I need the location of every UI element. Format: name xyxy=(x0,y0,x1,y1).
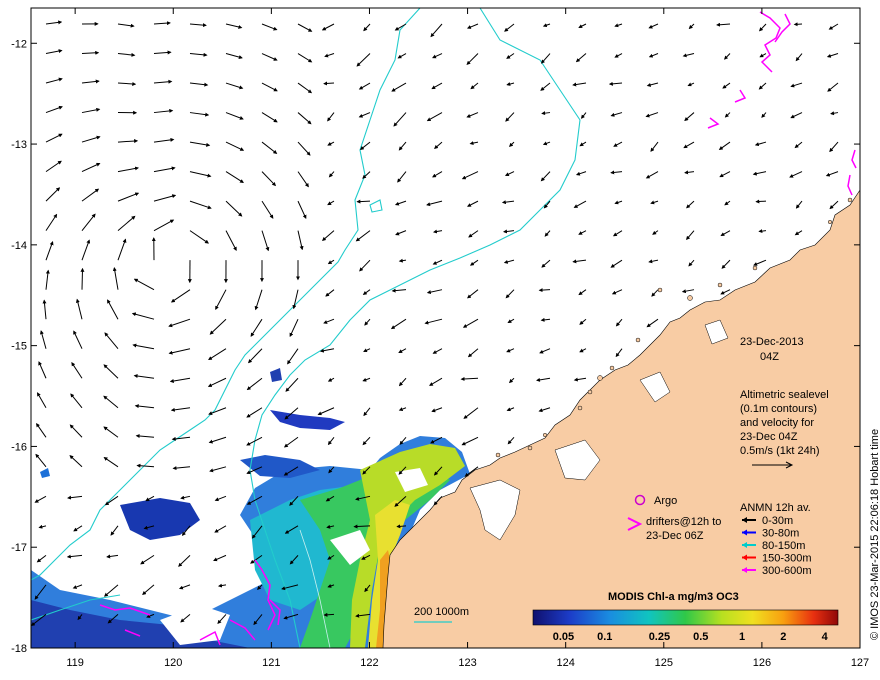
colorbar-tick-label: 0.1 xyxy=(597,631,612,643)
svg-text:23-Dec 06Z: 23-Dec 06Z xyxy=(646,530,704,542)
svg-text:23-Dec 04Z: 23-Dec 04Z xyxy=(740,431,798,443)
time-title: 04Z xyxy=(760,351,779,363)
colorbar-tick-label: 0.5 xyxy=(693,631,708,643)
x-tick-label: 127 xyxy=(851,657,869,669)
svg-text:(0.1m contours): (0.1m contours) xyxy=(740,403,817,415)
ocean-current-map: 119 120 121 122 123 124 125 126 127 -12-13-14-15… xyxy=(11,7,880,669)
x-tick-label: 122 xyxy=(360,657,378,669)
velocity-arrow xyxy=(80,267,85,290)
svg-text:Argo: Argo xyxy=(654,495,677,507)
velocity-arrow xyxy=(356,199,371,204)
y-tick-label: -12 xyxy=(11,38,27,50)
x-tick-label: 121 xyxy=(262,657,280,669)
velocity-arrow xyxy=(755,199,767,204)
x-tick-label: 119 xyxy=(66,657,84,669)
velocity-arrow xyxy=(538,288,551,293)
x-tick-label: 124 xyxy=(557,657,575,669)
credit-text: © IMOS 23-Mar-2015 22:06:18 Hobart time xyxy=(869,429,880,640)
x-tick-label: 126 xyxy=(753,657,771,669)
x-tick-label: 123 xyxy=(458,657,476,669)
y-tick-label: -15 xyxy=(11,341,27,353)
svg-text:0.5m/s (1kt 24h): 0.5m/s (1kt 24h) xyxy=(740,445,819,457)
colorbar-tick-label: 0.05 xyxy=(553,631,574,643)
colorbar-tick-label: 0.25 xyxy=(649,631,670,643)
colorbar-tick-label: 2 xyxy=(780,631,786,643)
anmn-depth-label: 80-150m xyxy=(762,540,805,552)
anmn-depth-label: 0-30m xyxy=(762,515,793,527)
svg-text:Altimetric sealevel: Altimetric sealevel xyxy=(740,389,829,401)
svg-text:200 1000m: 200 1000m xyxy=(414,606,469,618)
x-tick-label: 125 xyxy=(655,657,673,669)
svg-text:MODIS Chl-a mg/m3 OC3: MODIS Chl-a mg/m3 OC3 xyxy=(608,591,739,603)
date-title: 23-Dec-2013 xyxy=(740,336,804,348)
anmn-depth-label: 150-300m xyxy=(762,553,812,565)
anmn-depth-label: 30-80m xyxy=(762,528,799,540)
y-tick-label: -16 xyxy=(11,441,27,453)
svg-text:ANMN 12h av.: ANMN 12h av. xyxy=(740,502,811,514)
y-tick-label: -14 xyxy=(11,240,27,252)
y-tick-label: -17 xyxy=(11,542,27,554)
anmn-depth-label: 300-600m xyxy=(762,565,812,577)
x-tick-label: 120 xyxy=(164,657,182,669)
velocity-arrow xyxy=(323,81,335,86)
y-tick-label: -13 xyxy=(11,139,27,151)
y-tick-label: -18 xyxy=(11,643,27,655)
velocity-arrow xyxy=(323,612,335,617)
svg-text:and velocity for: and velocity for xyxy=(740,417,814,429)
colorbar-tick-label: 1 xyxy=(739,631,745,643)
colorbar-tick-label: 4 xyxy=(822,631,829,643)
svg-text:drifters@12h to: drifters@12h to xyxy=(646,516,721,528)
